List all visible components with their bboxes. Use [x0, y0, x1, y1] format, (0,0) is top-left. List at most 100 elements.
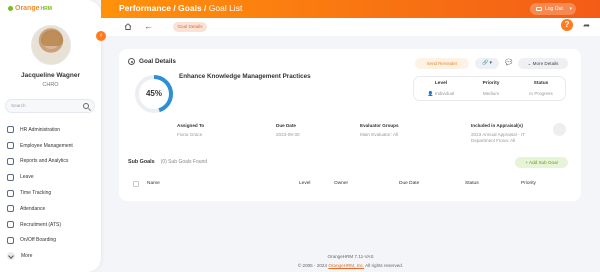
collapse-sidebar-button[interactable]: ‹ [96, 31, 106, 41]
select-all-checkbox[interactable] [133, 181, 139, 187]
hr-admin-icon [7, 126, 14, 134]
add-sub-goal-button[interactable]: + Add Sub Goal [515, 157, 568, 168]
sidebar-item-label: Leave [20, 174, 34, 181]
avatar[interactable] [31, 25, 71, 65]
column-header-name[interactable]: Name [147, 181, 160, 186]
priority-col: Priority Medium [466, 81, 516, 96]
sidebar-more[interactable]: More [7, 252, 32, 260]
goal-meta-box: Level 👤 Individual Priority Medium Statu… [413, 76, 566, 101]
comment-icon[interactable]: 💬 [505, 59, 512, 66]
tab-goal-details[interactable]: Goal Details [173, 22, 207, 32]
sidebar-item-label: Attendance [20, 205, 46, 212]
priority-label: Priority [482, 81, 500, 86]
reports-icon [7, 157, 14, 165]
level-col: Level 👤 Individual [416, 81, 466, 97]
sidebar-item-employee-management[interactable]: Employee Management [7, 138, 97, 154]
attendance-icon [7, 205, 14, 213]
more-label: More [21, 253, 33, 259]
sidebar-item-label: Recruitment (ATS) [20, 221, 62, 228]
employee-icon [7, 142, 14, 150]
copyright-suffix: All rights reserved. [364, 263, 404, 268]
search-input[interactable]: Search [5, 99, 95, 113]
sidebar-item-label: Reports and Analytics [20, 158, 69, 165]
sidebar-item-onboarding[interactable]: On/Off Boarding [7, 233, 97, 249]
column-header-priority[interactable]: Priority [521, 181, 536, 186]
due-label: Due Date [276, 123, 296, 128]
breadcrumb-main: Performance / Goals / [119, 3, 209, 13]
send-reminder-button[interactable]: Send Reminder [415, 58, 469, 69]
more-details-button[interactable]: ⌄ More Details [518, 58, 568, 69]
attachment-button[interactable]: 🔗 ▾ [475, 58, 499, 69]
sidebar-item-label: Time Tracking [20, 190, 52, 197]
sidebar-item-recruitment[interactable]: Recruitment (ATS) [7, 217, 97, 233]
chevron-down-icon: ▾ [569, 6, 572, 12]
time-icon [7, 189, 14, 197]
evaluator-label: Evaluator Groups [360, 123, 399, 128]
add-sub-goal-label: Add Sub Goal [529, 160, 558, 165]
sidebar: Orange HRM Jacqueline Wagner CHRO Search… [0, 0, 101, 272]
target-icon [128, 58, 135, 65]
column-header-level[interactable]: Level [299, 181, 310, 186]
orangehrm-logo[interactable]: Orange HRM [8, 5, 52, 12]
level-value: 👤 Individual [416, 91, 466, 97]
sub-goals-title: Sub Goals [128, 159, 155, 165]
orangehrm-link[interactable]: OrangeHRM, Inc. [328, 263, 364, 268]
level-value-text: Individual [434, 91, 455, 96]
included-appraisals: Included in Appraisal(s) 2023 Annual App… [471, 123, 525, 144]
section-title-text: Goal Details [139, 58, 176, 65]
logout-button[interactable]: Log Out ▾ [530, 3, 576, 15]
sub-bar: ← Goal Details ? ➦ [101, 18, 600, 36]
sidebar-item-reports[interactable]: Reports and Analytics [7, 154, 97, 170]
chevron-down-icon [7, 252, 15, 260]
logout-icon [536, 6, 542, 11]
progress-percent: 45% [145, 89, 162, 98]
evaluator-groups: Evaluator Groups Main Evaluator: All [360, 123, 399, 138]
status-value: In Progress [529, 91, 553, 96]
logo-text: Orange [15, 5, 40, 12]
expand-appraisals-button[interactable] [553, 123, 566, 136]
sub-goals-count: (0) Sub Goals Found [160, 159, 208, 165]
share-icon[interactable]: ➦ [583, 21, 590, 30]
sidebar-item-label: On/Off Boarding [20, 237, 57, 244]
due-date: Due Date 2023-09-30 [276, 123, 300, 138]
search-icon[interactable] [83, 103, 89, 109]
user-role: CHRO [42, 82, 59, 88]
sidebar-item-leave[interactable]: Leave [7, 169, 97, 185]
logo-hrm: HRM [40, 5, 52, 12]
evaluator-value: Main Evaluator: All [360, 132, 399, 137]
column-header-status[interactable]: Status [465, 181, 479, 186]
goal-name: Enhance Knowledge Management Practices [179, 73, 311, 80]
logout-label: Log Out [545, 6, 563, 12]
top-bar: Performance / Goals / Goal List Log Out … [101, 0, 600, 18]
sidebar-item-hr-administration[interactable]: HR Administration [7, 122, 97, 138]
section-title: Goal Details [128, 58, 176, 65]
logo-icon [8, 6, 13, 11]
user-name: Jacqueline Wagner [21, 72, 80, 79]
search-placeholder: Search [11, 103, 26, 108]
copyright-prefix: © 2005 - 2024 [297, 263, 329, 268]
breadcrumb: Performance / Goals / Goal List [119, 3, 242, 13]
due-value: 2023-09-30 [276, 132, 300, 137]
column-header-due-date[interactable]: Due Date [399, 181, 419, 186]
help-button[interactable]: ? [561, 19, 573, 31]
sidebar-item-time-tracking[interactable]: Time Tracking [7, 185, 97, 201]
sidebar-item-attendance[interactable]: Attendance [7, 201, 97, 217]
priority-value: Medium [482, 91, 500, 96]
assigned-value: Fiona Grace [177, 132, 203, 137]
person-icon: 👤 [427, 91, 434, 96]
status-col: Status In Progress [516, 81, 566, 96]
recruitment-icon [7, 221, 14, 229]
appraisal-value: 2023 Annual Appraisal - IT Department Fi… [471, 132, 525, 144]
home-icon[interactable] [124, 23, 132, 30]
status-label: Status [533, 81, 549, 86]
back-arrow-icon[interactable]: ← [144, 21, 153, 31]
level-label: Level [434, 81, 448, 86]
sidebar-item-label: HR Administration [20, 126, 61, 133]
leave-icon [7, 173, 14, 181]
appraisal-label: Included in Appraisal(s) [471, 123, 523, 128]
sub-goals-header: Sub Goals (0) Sub Goals Found [128, 159, 207, 165]
column-header-owner[interactable]: Owner [334, 181, 348, 186]
footer-version: OrangeHRM 7.11-VAS [327, 254, 374, 259]
breadcrumb-current: Goal List [208, 3, 243, 13]
sub-goals-table-header: Name Level Owner Due Date Status Priorit… [133, 181, 567, 190]
